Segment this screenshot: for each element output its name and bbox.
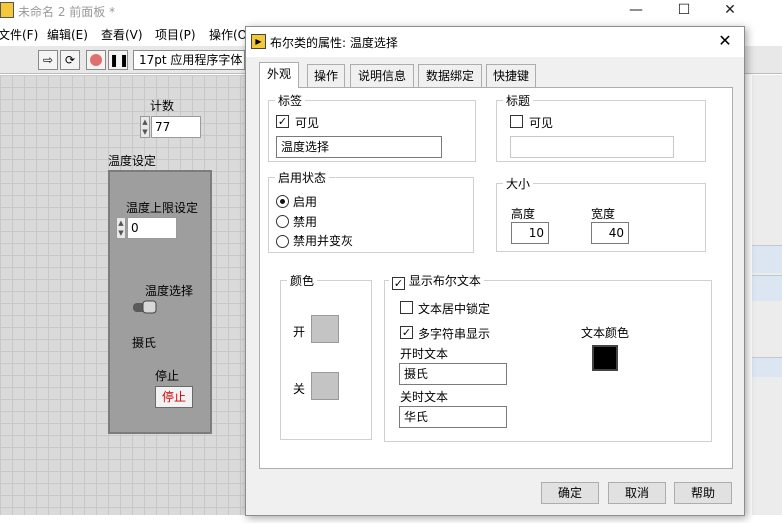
menu-project[interactable]: 项目(P) (155, 26, 196, 43)
dialog-titlebar: ▶ 布尔类的属性: 温度选择 ✕ (246, 27, 744, 57)
menu-file[interactable]: 文件(F) (0, 26, 38, 43)
label-group-title: 标签 (275, 92, 306, 109)
stop-label: 停止 (155, 369, 180, 383)
off-color-swatch[interactable] (311, 372, 339, 400)
dialog-title: 布尔类的属性: 温度选择 (270, 36, 398, 50)
label-visible-checkbox[interactable]: ✓ (276, 115, 289, 128)
run-continuously-icon[interactable]: ⟳ (60, 50, 80, 70)
menu-operate[interactable]: 操作(O (209, 26, 247, 43)
width-input[interactable]: 40 (591, 222, 629, 244)
tab-data-binding[interactable]: 数据绑定 (418, 64, 482, 88)
colors-group: 颜色 开 关 (280, 272, 372, 440)
labview-app-icon (0, 2, 14, 18)
window-titlebar: 未命名 2 前面板 * — ☐ ✕ (0, 0, 782, 22)
show-boolean-text-header: ✓ 显示布尔文本 (389, 272, 484, 290)
size-group: 大小 高度 10 宽度 40 (496, 175, 706, 252)
cancel-button[interactable]: 取消 (608, 482, 666, 504)
minimize-button[interactable]: — (614, 0, 658, 22)
abort-icon[interactable] (86, 50, 106, 70)
radio-disabled-grayed-label: 禁用并变灰 (293, 234, 354, 248)
height-label: 高度 (511, 207, 536, 221)
tab-shortcuts[interactable]: 快捷键 (486, 64, 536, 88)
menu-view[interactable]: 查看(V) (101, 26, 143, 43)
boolean-properties-dialog: ▶ 布尔类的属性: 温度选择 ✕ 外观 操作 说明信息 数据绑定 快捷键 标签 … (245, 26, 745, 516)
count-label: 计数 (150, 99, 175, 113)
size-group-title: 大小 (503, 175, 534, 192)
radio-disabled-label: 禁用 (293, 215, 318, 229)
off-text-label: 关时文本 (400, 390, 449, 404)
appearance-tab-pane: 标签 ✓ 可见 温度选择 标题 可见 启用状态 启用 禁用 禁用并变灰 大小 高… (259, 87, 733, 469)
pause-icon[interactable]: ❚❚ (108, 50, 129, 70)
off-color-label: 关 (293, 382, 306, 396)
text-color-label: 文本颜色 (581, 326, 630, 340)
radio-disabled-grayed[interactable] (276, 235, 289, 248)
menu-edit[interactable]: 编辑(E) (47, 26, 88, 43)
run-arrow-icon[interactable]: ⇨ (38, 50, 58, 70)
caption-group: 标题 可见 (496, 92, 706, 162)
caption-visible-text: 可见 (529, 116, 554, 130)
upper-limit-spinner[interactable]: ▲ ▼ (116, 217, 126, 239)
count-indicator: 77 (151, 116, 201, 138)
caption-group-title: 标题 (503, 92, 534, 109)
text-color-swatch[interactable] (592, 345, 618, 371)
tab-operation[interactable]: 操作 (307, 64, 345, 88)
radio-enabled[interactable] (276, 195, 289, 208)
center-lock-label: 文本居中锁定 (418, 302, 491, 316)
radio-enabled-label: 启用 (293, 195, 318, 209)
label-text-field[interactable]: 温度选择 (276, 136, 442, 158)
close-window-button[interactable]: ✕ (708, 0, 752, 22)
label-group: 标签 ✓ 可见 温度选择 (268, 92, 476, 162)
toggle-boolean-text: 摄氏 (132, 336, 157, 350)
radio-disabled[interactable] (276, 215, 289, 228)
enabled-state-title: 启用状态 (275, 169, 330, 186)
on-color-label: 开 (293, 325, 306, 339)
temp-setting-label: 温度设定 (108, 154, 157, 168)
right-scroll-strip (752, 75, 782, 515)
tab-documentation[interactable]: 说明信息 (350, 64, 414, 88)
tab-appearance[interactable]: 外观 (259, 62, 299, 88)
caption-text-field[interactable] (510, 136, 674, 158)
labview-dialog-icon: ▶ (251, 34, 266, 49)
label-visible-text: 可见 (295, 116, 320, 130)
window-title: 未命名 2 前面板 * (18, 5, 116, 19)
on-text-field[interactable]: 摄氏 (399, 363, 507, 385)
show-boolean-text-label: 显示布尔文本 (408, 274, 481, 288)
help-button[interactable]: 帮助 (674, 482, 732, 504)
colors-group-title: 颜色 (287, 272, 318, 289)
enabled-state-group: 启用状态 启用 禁用 禁用并变灰 (268, 169, 474, 253)
multi-string-label: 多字符串显示 (418, 327, 491, 341)
center-lock-checkbox[interactable] (400, 301, 413, 314)
off-text-field[interactable]: 华氏 (399, 406, 507, 428)
stop-button[interactable]: 停止 (155, 386, 193, 408)
on-color-swatch[interactable] (311, 315, 339, 343)
temp-select-label: 温度选择 (145, 284, 194, 298)
width-label: 宽度 (591, 207, 616, 221)
caption-visible-checkbox[interactable] (510, 115, 523, 128)
font-selector[interactable]: 17pt 应用程序字体 (133, 50, 245, 70)
height-input[interactable]: 10 (511, 222, 549, 244)
ok-button[interactable]: 确定 (541, 482, 599, 504)
count-spinner[interactable]: ▲ ▼ (140, 116, 150, 138)
maximize-button[interactable]: ☐ (662, 0, 706, 22)
upper-limit-label: 温度上限设定 (126, 201, 199, 215)
multi-string-checkbox[interactable]: ✓ (400, 326, 413, 339)
on-text-label: 开时文本 (400, 347, 449, 361)
show-boolean-text-checkbox[interactable]: ✓ (392, 277, 405, 290)
temp-select-toggle-switch[interactable] (131, 300, 157, 314)
dialog-close-icon[interactable]: ✕ (714, 30, 736, 52)
upper-limit-input[interactable]: 0 (127, 217, 177, 239)
boolean-text-group: ✓ 显示布尔文本 文本居中锁定 ✓ 多字符串显示 文本颜色 开时文本 摄氏 关时… (384, 272, 712, 442)
